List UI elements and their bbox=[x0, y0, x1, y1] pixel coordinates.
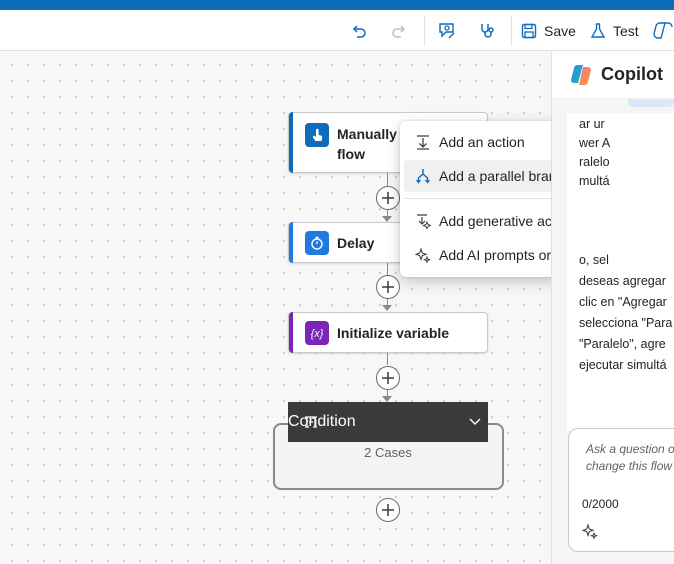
test-button[interactable]: Test bbox=[589, 10, 645, 51]
menu-item-label: Add an action bbox=[439, 134, 525, 150]
copilot-prompt-input[interactable]: Ask a question o change this flow 0/2000 bbox=[568, 428, 674, 552]
copilot-response-message: ar ur wer A ralelo multá o, sel deseas a… bbox=[567, 113, 674, 431]
timer-icon bbox=[305, 231, 329, 255]
save-button[interactable]: Save bbox=[520, 10, 580, 51]
stethoscope-icon bbox=[481, 23, 494, 38]
card-accent bbox=[289, 112, 293, 173]
condition-icon bbox=[305, 416, 317, 428]
flow-checker-button[interactable] bbox=[434, 10, 460, 51]
test-label: Test bbox=[613, 22, 639, 39]
message-line: ralelo bbox=[579, 155, 610, 169]
card-accent bbox=[289, 222, 293, 263]
message-line: multá bbox=[579, 174, 610, 188]
initialize-variable-card[interactable]: {x} Initialize variable bbox=[288, 312, 488, 353]
connector-arrow bbox=[382, 305, 392, 311]
user-message-bubble bbox=[628, 99, 674, 107]
plus-icon bbox=[382, 504, 394, 516]
message-line: ar ur bbox=[579, 117, 605, 131]
copilot-toggle-button[interactable] bbox=[652, 10, 674, 51]
prompt-placeholder-line1: Ask a question o bbox=[586, 442, 674, 456]
plus-icon bbox=[382, 281, 394, 293]
plus-icon bbox=[382, 192, 394, 204]
copilot-title: Copilot bbox=[601, 64, 663, 84]
save-label: Save bbox=[544, 22, 576, 39]
character-count: 0/2000 bbox=[582, 497, 619, 511]
message-line: deseas agregar bbox=[579, 274, 666, 288]
generative-action-icon bbox=[414, 212, 432, 230]
message-line: clic en "Agregar bbox=[579, 295, 667, 309]
toolbar-divider bbox=[511, 16, 512, 46]
trigger-title: Manually t flow bbox=[337, 124, 405, 164]
copilot-panel: Copilot ar ur wer A ralelo multá o, sel … bbox=[551, 51, 674, 564]
sparkle-prompt-icon[interactable] bbox=[582, 523, 598, 539]
insert-step-button[interactable] bbox=[376, 498, 400, 522]
designer-toolbar: Save Test bbox=[0, 10, 674, 51]
condition-cases-count: 2 Cases bbox=[364, 445, 412, 460]
insert-step-button[interactable] bbox=[376, 275, 400, 299]
redo-icon bbox=[392, 24, 406, 38]
toolbar-divider bbox=[424, 16, 425, 46]
condition-header[interactable]: Condition bbox=[288, 402, 488, 442]
message-line: o, sel bbox=[579, 253, 609, 267]
trigger-title-line2: flow bbox=[337, 146, 365, 162]
copilot-logo-icon bbox=[571, 64, 591, 85]
save-icon bbox=[521, 23, 537, 38]
copilot-header: Copilot bbox=[552, 51, 674, 99]
parallel-branch-icon bbox=[414, 167, 432, 185]
svg-text:{x}: {x} bbox=[311, 328, 324, 340]
trigger-title-line1: Manually t bbox=[337, 126, 406, 142]
flask-icon bbox=[590, 22, 606, 38]
chevron-down-icon[interactable] bbox=[469, 417, 481, 427]
message-line: selecciona "Para bbox=[579, 316, 673, 330]
undo-button[interactable] bbox=[346, 10, 372, 51]
message-line: "Paralelo", agre bbox=[579, 337, 666, 351]
add-action-icon bbox=[414, 133, 432, 151]
plus-icon bbox=[382, 372, 394, 384]
hand-touch-icon bbox=[305, 123, 329, 147]
card-accent bbox=[289, 312, 293, 353]
insert-step-button[interactable] bbox=[376, 366, 400, 390]
message-line: wer A bbox=[579, 136, 611, 150]
redo-button[interactable] bbox=[386, 10, 412, 51]
condition-title: Condition bbox=[288, 413, 356, 430]
connector-line bbox=[387, 353, 388, 365]
connector-line bbox=[387, 263, 388, 275]
message-line: ejecutar simultá bbox=[579, 358, 667, 372]
undo-icon bbox=[352, 24, 366, 38]
insert-step-button[interactable] bbox=[376, 186, 400, 210]
copilot-toggle-icon bbox=[653, 21, 673, 39]
prompt-placeholder-line2: change this flow bbox=[586, 459, 673, 473]
flow-checker-icon bbox=[439, 22, 455, 38]
sparkle-icon bbox=[414, 246, 432, 264]
stethoscope-button[interactable] bbox=[474, 10, 500, 51]
initialize-variable-title: Initialize variable bbox=[337, 325, 450, 341]
connector-line bbox=[387, 173, 388, 186]
delay-title: Delay bbox=[337, 235, 375, 251]
variable-icon: {x} bbox=[305, 321, 329, 345]
app-header-bar bbox=[0, 0, 674, 10]
